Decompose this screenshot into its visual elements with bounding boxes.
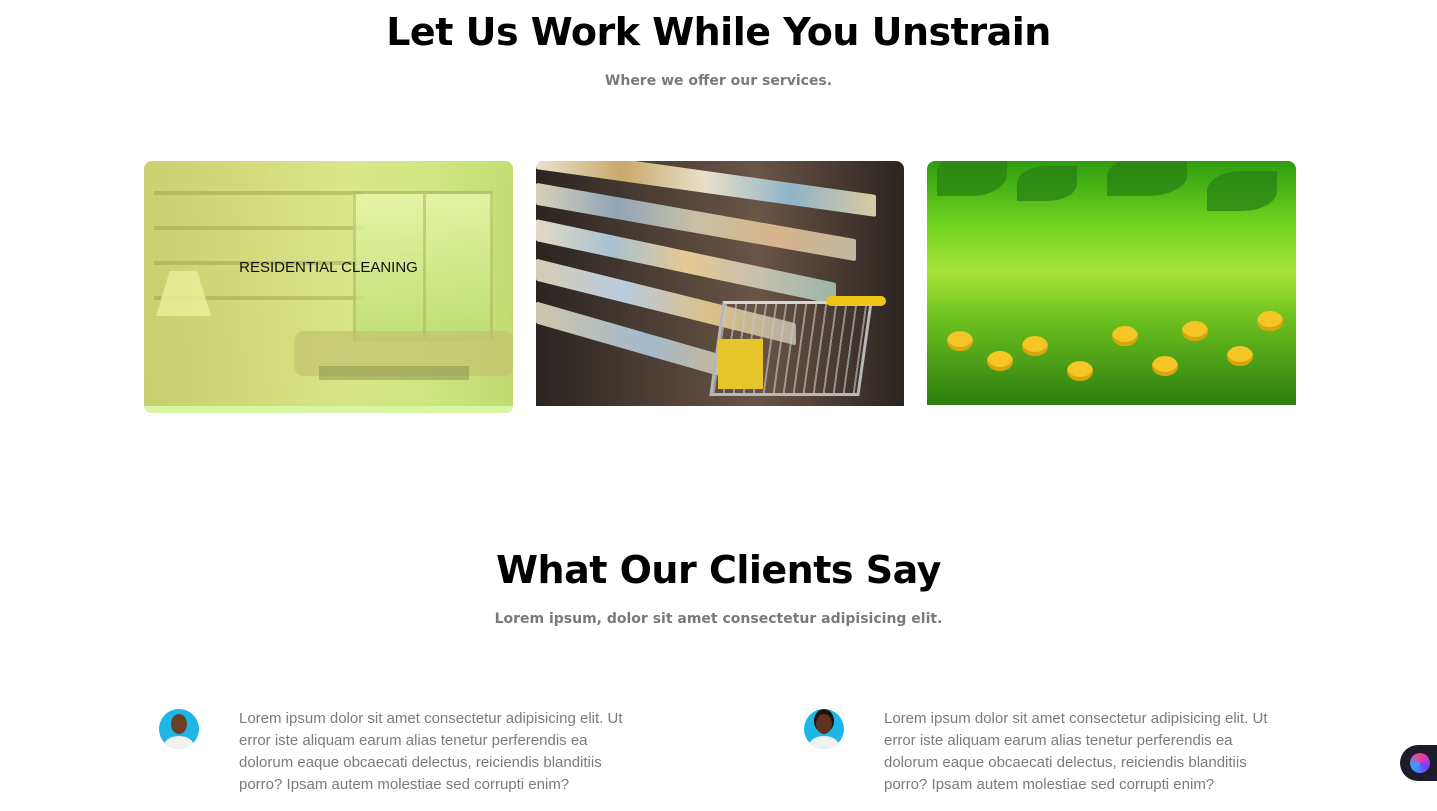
clients-title: What Our Clients Say (496, 548, 941, 592)
garden-image (927, 161, 1296, 405)
avatar (804, 709, 844, 749)
testimonial-text: Lorem ipsum dolor sit amet consectetur a… (239, 710, 623, 793)
grocery-store-image (536, 161, 904, 406)
services-title: Let Us Work While You Unstrain (386, 10, 1051, 54)
service-card-grocery[interactable] (536, 161, 904, 406)
brain-icon (1410, 753, 1430, 773)
clients-subtitle: Lorem ipsum, dolor sit amet consectetur … (494, 611, 943, 627)
testimonial-text: Lorem ipsum dolor sit amet consectetur a… (884, 710, 1268, 793)
avatar (159, 709, 199, 749)
card-accent-bar (144, 406, 513, 413)
service-card-residential[interactable]: RESIDENTIAL CLEANING (144, 161, 513, 413)
card-hover-overlay (144, 161, 513, 413)
services-subtitle: Where we offer our services. (604, 73, 833, 89)
service-card-garden[interactable] (927, 161, 1296, 405)
assistant-widget-button[interactable] (1400, 745, 1437, 781)
service-card-label: RESIDENTIAL CLEANING (239, 259, 418, 276)
